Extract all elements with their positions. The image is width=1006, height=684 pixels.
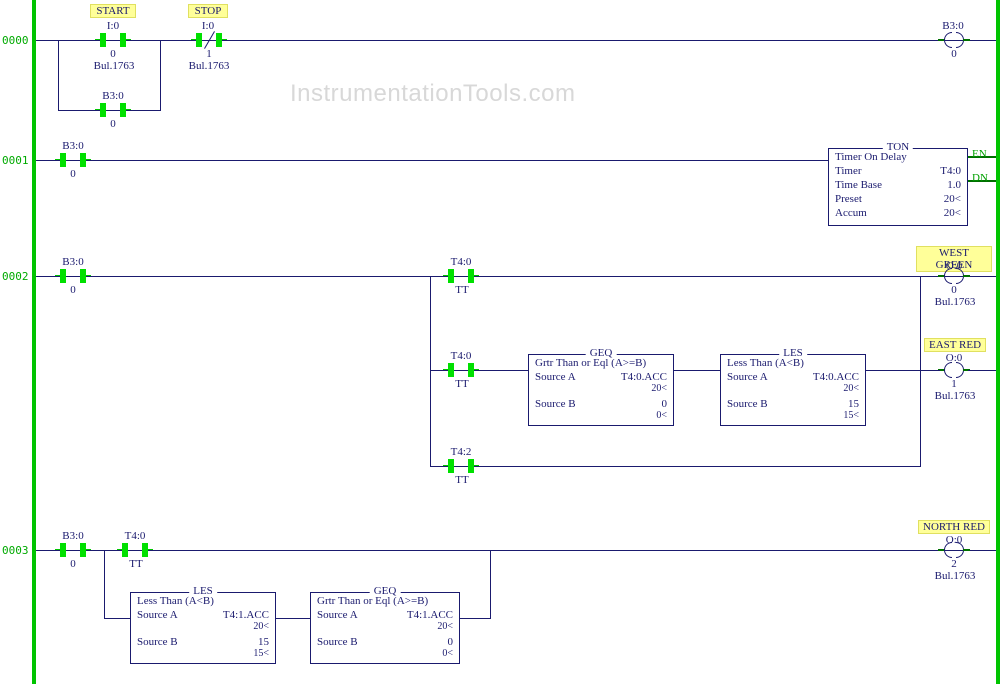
ote-coil-west-green xyxy=(940,268,968,284)
xic-contact-latch xyxy=(96,103,130,117)
les-desc: Less Than (A<B) xyxy=(137,595,214,609)
rung-wire xyxy=(36,550,996,551)
les-desc: Less Than (A<B) xyxy=(727,357,804,371)
ote-coil-north-red xyxy=(940,542,968,558)
bul-label: Bul.1763 xyxy=(88,60,140,72)
geq-block: GEQ Grtr Than or Eql (A>=B) Source AT4:1… xyxy=(310,592,460,664)
addr-label: B3:0 xyxy=(58,140,88,152)
rung-wire xyxy=(36,40,996,41)
ote-coil-b30 xyxy=(940,32,968,48)
ton-timebase: 1.0 xyxy=(921,179,961,193)
bit-label: 1 xyxy=(204,48,214,60)
ton-desc: Timer On Delay xyxy=(835,151,907,165)
xio-contact-stop xyxy=(192,33,226,47)
branch-wire xyxy=(104,550,105,618)
addr-label: I:0 xyxy=(100,20,126,32)
branch-wire xyxy=(920,370,940,371)
bit-label: 0 xyxy=(68,284,78,296)
power-rail-left xyxy=(32,0,36,684)
addr-label: B3:0 xyxy=(938,20,968,32)
block-title: TON xyxy=(883,141,913,153)
bit-label: 1 xyxy=(950,378,958,390)
bul-label: Bul.1763 xyxy=(930,390,980,402)
ton-preset: 20< xyxy=(921,193,961,207)
addr-label: B3:0 xyxy=(58,530,88,542)
geq-block: GEQ Grtr Than or Eql (A>=B) Source AT4:0… xyxy=(528,354,674,426)
block-title: LES xyxy=(779,347,807,359)
bit-label: 0 xyxy=(950,48,958,60)
tag-label-north-red: NORTH RED xyxy=(918,520,990,534)
ote-coil-east-red xyxy=(940,362,968,378)
bit-label: 0 xyxy=(950,284,958,296)
tag-label-stop: STOP xyxy=(188,4,228,18)
ton-timer: T4:0 xyxy=(921,165,961,179)
watermark: InstrumentationTools.com xyxy=(290,80,575,108)
addr-label: B3:0 xyxy=(98,90,128,102)
xic-contact-t40tt xyxy=(444,269,478,283)
addr-label: T4:2 xyxy=(446,446,476,458)
xic-contact-t42tt xyxy=(444,459,478,473)
branch-wire xyxy=(58,40,59,110)
xic-contact-b30 xyxy=(56,153,90,167)
bit-label: TT xyxy=(128,558,144,570)
tag-label-east-red: EAST RED xyxy=(924,338,986,352)
rung-number: 0002 xyxy=(2,270,29,283)
bit-label: TT xyxy=(454,284,470,296)
geq-desc: Grtr Than or Eql (A>=B) xyxy=(317,595,428,609)
branch-wire xyxy=(430,276,431,466)
addr-label: I:0 xyxy=(196,20,220,32)
rung-number: 0000 xyxy=(2,34,29,47)
addr-label: T4:0 xyxy=(120,530,150,542)
bul-label: Bul.1763 xyxy=(183,60,235,72)
power-rail-right xyxy=(996,0,1000,684)
rung-wire xyxy=(36,160,828,161)
xic-contact-t40tt xyxy=(444,363,478,377)
branch-wire xyxy=(430,466,921,467)
ton-en: EN xyxy=(972,148,987,160)
xic-contact-start xyxy=(96,33,130,47)
rung-number: 0001 xyxy=(2,154,29,167)
branch-wire xyxy=(160,40,161,110)
bit-label: 2 xyxy=(950,558,958,570)
rung-number: 0003 xyxy=(2,544,29,557)
block-title: GEQ xyxy=(586,347,617,359)
bit-label: TT xyxy=(454,474,470,486)
bit-label: TT xyxy=(454,378,470,390)
bit-label: 0 xyxy=(68,558,78,570)
bul-label: Bul.1763 xyxy=(930,570,980,582)
branch-wire xyxy=(920,276,921,466)
addr-label: B3:0 xyxy=(58,256,88,268)
bit-label: 0 xyxy=(108,118,118,130)
ton-accum: 20< xyxy=(921,207,961,221)
geq-desc: Grtr Than or Eql (A>=B) xyxy=(535,357,646,371)
branch-wire xyxy=(490,550,491,618)
les-block: LES Less Than (A<B) Source AT4:0.ACC 20<… xyxy=(720,354,866,426)
tag-label-start: START xyxy=(90,4,136,18)
bul-label: Bul.1763 xyxy=(930,296,980,308)
xic-contact-b30 xyxy=(56,543,90,557)
xic-contact-t40tt xyxy=(118,543,152,557)
rung-wire xyxy=(36,276,996,277)
bit-label: 0 xyxy=(108,48,118,60)
bit-label: 0 xyxy=(68,168,78,180)
les-block: LES Less Than (A<B) Source AT4:1.ACC 20<… xyxy=(130,592,276,664)
ton-dn: DN xyxy=(972,172,988,184)
addr-label: T4:0 xyxy=(446,256,476,268)
block-title: GEQ xyxy=(370,585,401,597)
ton-block: TON Timer On Delay TimerT4:0 Time Base1.… xyxy=(828,148,968,226)
xic-contact-b30 xyxy=(56,269,90,283)
branch-wire xyxy=(968,370,996,371)
block-title: LES xyxy=(189,585,217,597)
addr-label: T4:0 xyxy=(446,350,476,362)
